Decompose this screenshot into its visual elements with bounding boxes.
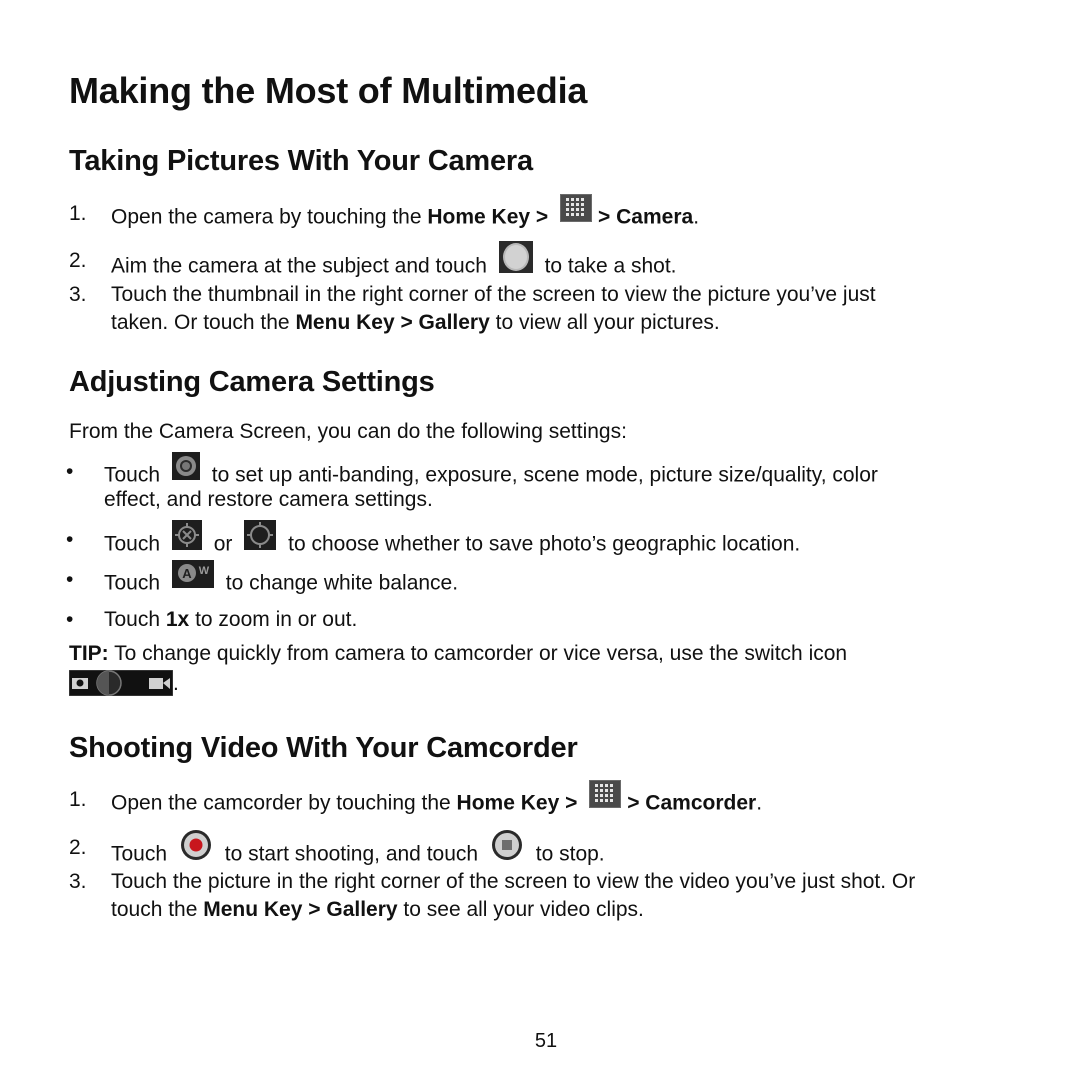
settings-intro: From the Camera Screen, you can do the f… bbox=[69, 420, 627, 443]
home-key-label: Home Key > bbox=[456, 791, 578, 815]
step-number: 3. bbox=[69, 870, 87, 893]
stop-icon bbox=[490, 828, 524, 870]
app-grid-icon bbox=[589, 780, 622, 816]
svg-text:A: A bbox=[182, 566, 192, 581]
bullet-icon: • bbox=[66, 608, 74, 631]
menu-gallery-label: Menu Key > Gallery bbox=[203, 898, 398, 921]
bullet-icon: • bbox=[66, 568, 74, 591]
step-number: 1. bbox=[69, 788, 87, 811]
page-title: Making the Most of Multimedia bbox=[69, 70, 588, 111]
tip-text: To change quickly from camera to camcord… bbox=[108, 642, 848, 665]
camera-settings-icon bbox=[171, 452, 200, 488]
step-number: 2. bbox=[69, 249, 87, 272]
geotag-off-icon bbox=[171, 520, 202, 558]
step-text: Open the camera by touching the bbox=[111, 205, 428, 229]
shutter-icon bbox=[498, 241, 533, 281]
camera-camcorder-switch-icon bbox=[68, 669, 174, 704]
step-number: 1. bbox=[69, 202, 87, 225]
heading-shooting-video: Shooting Video With Your Camcorder bbox=[69, 732, 578, 764]
camera-label: > Camera bbox=[598, 205, 694, 229]
heading-taking-pictures: Taking Pictures With Your Camera bbox=[69, 145, 533, 177]
document-page: Making the Most of Multimedia Taking Pic… bbox=[0, 0, 1080, 1080]
step-number: 3. bbox=[69, 283, 87, 306]
step-number: 2. bbox=[69, 836, 87, 859]
home-key-label: Home Key > bbox=[427, 205, 549, 229]
tip-label: TIP: bbox=[69, 642, 109, 665]
heading-adjusting-settings: Adjusting Camera Settings bbox=[69, 366, 435, 398]
svg-text:W: W bbox=[199, 565, 210, 577]
geotag-on-icon bbox=[244, 520, 277, 558]
bullet-icon: • bbox=[66, 460, 74, 483]
record-icon bbox=[179, 828, 213, 870]
white-balance-icon: AW bbox=[171, 560, 214, 596]
page-number: 51 bbox=[534, 1030, 558, 1052]
zoom-level-label: 1x bbox=[165, 608, 190, 631]
camcorder-label: > Camcorder bbox=[627, 791, 757, 815]
bullet-icon: • bbox=[66, 528, 74, 551]
app-grid-icon bbox=[560, 194, 593, 230]
menu-gallery-label: Menu Key > Gallery bbox=[295, 311, 490, 334]
